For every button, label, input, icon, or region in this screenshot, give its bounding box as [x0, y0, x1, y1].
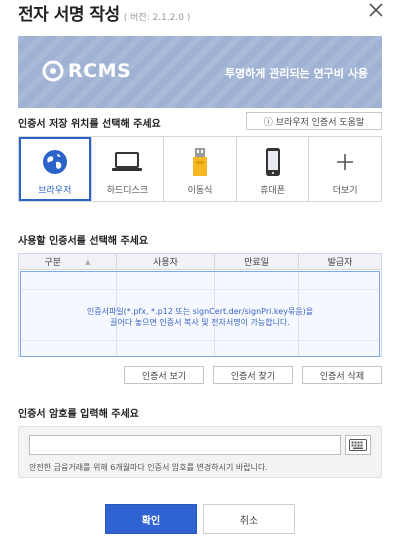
column-header-issuer[interactable]: 발급자	[298, 254, 381, 269]
column-header-expiry[interactable]: 만료일	[214, 254, 298, 269]
certificate-drop-zone[interactable]: 인증서파일(*.pfx, *.p12 또는 signCert.der/signP…	[20, 271, 380, 357]
password-section-label: 인증서 암호를 입력해 주세요	[18, 409, 139, 420]
delete-certificate-button[interactable]: 인증서 삭제	[302, 366, 382, 384]
storage-hard-disk[interactable]: 하드디스크	[90, 137, 164, 201]
usb-drive-icon	[192, 148, 207, 176]
certificate-table: 구분 ▲ 사용자 만료일 발급자 인증서파일(*.pfx, *.p12 또는 s…	[18, 253, 382, 357]
row-divider	[21, 340, 379, 341]
dialog-title: 전자 서명 작성	[18, 5, 120, 25]
banner: RCMS 투명하게 관리되는 연구비 사용	[18, 36, 382, 108]
drop-zone-hint-line1: 인증서파일(*.pfx, *.p12 또는 signCert.der/signP…	[86, 307, 314, 316]
view-certificate-button[interactable]: 인증서 보기	[124, 366, 204, 384]
storage-hard-disk-label: 하드디스크	[106, 186, 149, 196]
password-change-notice: 안전한 금융거래를 위해 6개월마다 인증서 암호를 변경하시기 바랍니다.	[29, 463, 268, 472]
storage-phone[interactable]: 휴대폰	[235, 137, 309, 201]
column-header-type-label: 구분	[44, 258, 62, 268]
storage-more-label: 더보기	[332, 186, 358, 196]
plus-icon	[337, 154, 354, 170]
find-certificate-button[interactable]: 인증서 찾기	[213, 366, 293, 384]
banner-slogan: 투명하게 관리되는 연구비 사용	[224, 67, 368, 80]
rcms-logo: RCMS	[42, 60, 131, 82]
certificate-table-header: 구분 ▲ 사용자 만료일 발급자	[19, 254, 381, 270]
sort-ascending-icon: ▲	[85, 257, 91, 266]
phone-icon	[265, 148, 280, 176]
storage-removable-label: 이동식	[187, 186, 213, 196]
password-panel: 안전한 금융거래를 위해 6개월마다 인증서 암호를 변경하시기 바랍니다.	[18, 426, 382, 478]
close-icon[interactable]	[366, 0, 386, 20]
cancel-button[interactable]: 취소	[203, 504, 295, 534]
rcms-logo-text: RCMS	[68, 60, 132, 82]
keyboard-icon	[349, 439, 367, 451]
storage-removable[interactable]: 이동식	[163, 137, 236, 201]
certificate-password-input[interactable]	[29, 435, 341, 455]
cert-section-label: 사용할 인증서를 선택해 주세요	[18, 236, 149, 247]
confirm-button[interactable]: 확인	[105, 504, 197, 534]
drop-zone-hint-line2: 끌어다 놓으면 인증서 복사 및 전자서명이 가능합니다.	[110, 318, 290, 327]
row-divider	[21, 289, 379, 290]
virtual-keyboard-button[interactable]	[345, 435, 371, 455]
globe-icon	[42, 150, 67, 174]
rcms-logo-icon	[42, 60, 64, 82]
storage-browser[interactable]: 브라우저	[19, 137, 91, 201]
storage-location-selector: 브라우저 하드디스크 이동식 휴대폰 더보기	[18, 136, 382, 202]
column-header-user[interactable]: 사용자	[116, 254, 214, 269]
drop-zone-hint: 인증서파일(*.pfx, *.p12 또는 signCert.der/signP…	[21, 306, 379, 328]
version-label: ( 버전: 2.1.2.0 )	[123, 13, 191, 23]
column-header-type[interactable]: 구분 ▲	[19, 254, 116, 269]
storage-more[interactable]: 더보기	[308, 137, 381, 201]
browser-cert-help-button[interactable]: ⓘ 브라우저 인증서 도움말	[246, 112, 382, 130]
dialog-title-row: 전자 서명 작성 ( 버전: 2.1.2.0 )	[18, 0, 191, 25]
storage-phone-label: 휴대폰	[260, 186, 285, 196]
laptop-icon	[112, 152, 143, 171]
storage-section-label: 인증서 저장 위치를 선택해 주세요	[18, 119, 161, 130]
storage-browser-label: 브라우저	[38, 186, 72, 196]
